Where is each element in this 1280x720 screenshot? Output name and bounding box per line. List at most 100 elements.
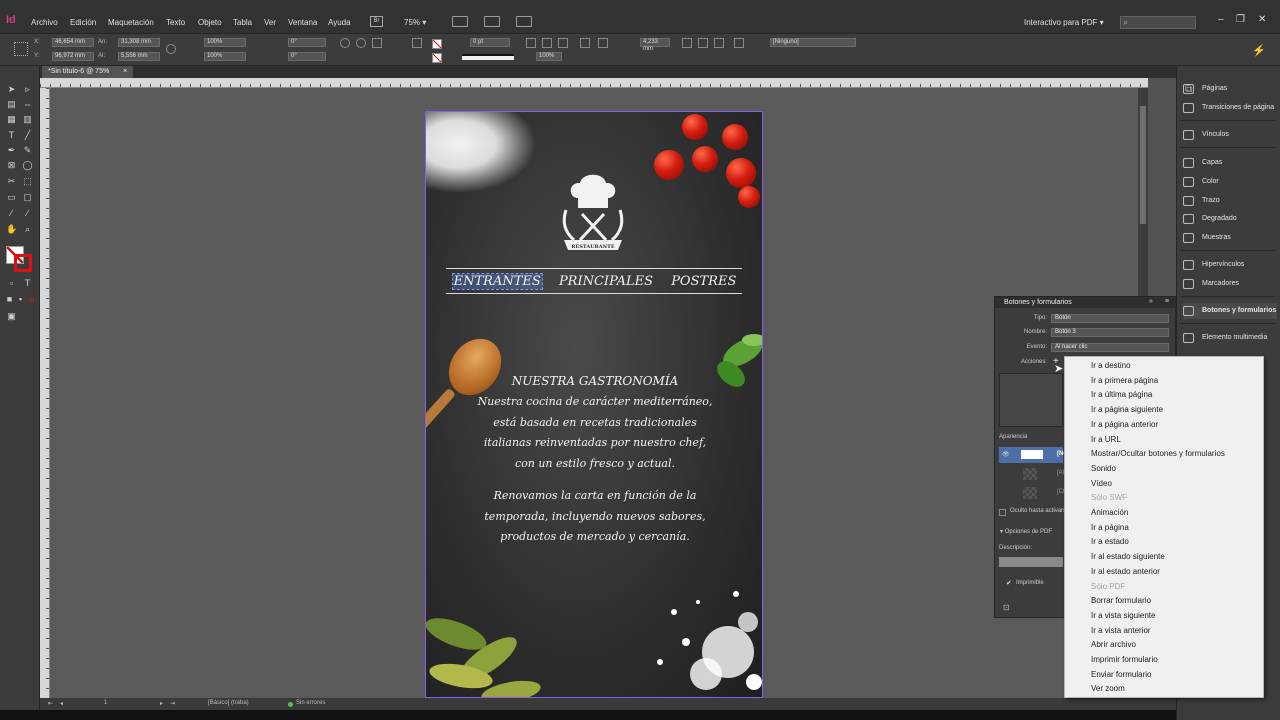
descripcion-input[interactable] (999, 557, 1063, 567)
menu-maquetacion[interactable]: Maquetación (108, 18, 154, 27)
fit-proportion-icon[interactable] (598, 38, 608, 48)
dock-transiciones[interactable]: Transiciones de página (1183, 100, 1277, 116)
scale-y-field[interactable]: 100% (204, 52, 246, 61)
menu-tabla[interactable]: Tabla (233, 18, 252, 27)
note-tool-icon[interactable]: ▢ (22, 192, 33, 203)
x-field[interactable]: 46,654 mm (52, 38, 94, 47)
dock-vinculos[interactable]: Vínculos (1183, 127, 1277, 143)
last-page-icon[interactable]: ⇥ (170, 700, 175, 707)
evento-select[interactable]: Al hacer clic (1051, 343, 1169, 352)
reference-point-icon[interactable] (14, 42, 28, 56)
tipo-select[interactable]: Botón (1051, 314, 1169, 323)
menu-option-imprimir-formulario[interactable]: Imprimir formulario (1091, 653, 1158, 668)
rotation-field[interactable]: 0° (288, 38, 326, 47)
lightning-icon[interactable]: ⚡ (1252, 44, 1266, 57)
shear-field[interactable]: 0° (288, 52, 326, 61)
menu-ayuda[interactable]: Ayuda (328, 18, 351, 27)
scale-x-field[interactable]: 100% (204, 38, 246, 47)
formatting-text-icon[interactable]: T (22, 278, 33, 289)
gap-tool-icon[interactable]: ⇔ (22, 99, 33, 110)
imprimible-checkbox[interactable]: ✔ (1006, 579, 1012, 587)
menu-ventana[interactable]: Ventana (288, 18, 317, 27)
fit-frame-icon[interactable] (542, 38, 552, 48)
apply-gradient-icon[interactable]: ▪ (15, 294, 26, 305)
constrain-proportions-icon[interactable] (166, 44, 176, 54)
workspace-switcher[interactable]: Interactivo para PDF ▾ (1024, 18, 1104, 27)
page-number[interactable]: 1 (104, 700, 107, 706)
menu-option-ir-a-pagina-anterior[interactable]: Ir a página anterior (1091, 418, 1158, 433)
ellipse-tool-icon[interactable]: ◯ (22, 160, 33, 171)
pdf-options-toggle[interactable]: ▾ Opciones de PDF (1000, 528, 1052, 535)
fit-content-icon[interactable] (526, 38, 536, 48)
dock-capas[interactable]: Capas (1183, 155, 1277, 171)
panel-menu-icon[interactable]: ≡ (1165, 298, 1169, 305)
dock-trazo[interactable]: Trazo (1183, 193, 1277, 209)
scissors-tool-icon[interactable]: ✂ (6, 176, 17, 187)
rectangle-frame-tool-icon[interactable]: ⊠ (6, 160, 17, 171)
dock-botones[interactable]: Botones y formularios (1183, 303, 1277, 319)
dock-muestras[interactable]: Muestras (1183, 230, 1277, 246)
convert-to-object-icon[interactable]: ⊡ (1003, 603, 1010, 612)
offset-field[interactable]: 4,233 mm (640, 38, 670, 52)
distribute-icon[interactable] (734, 38, 744, 48)
hidden-until-checkbox[interactable] (999, 509, 1006, 516)
nav-postres-button[interactable]: POSTRES (670, 274, 737, 289)
align-bottom-icon[interactable] (714, 38, 724, 48)
object-style-select[interactable]: [Ninguno] (770, 38, 856, 47)
height-field[interactable]: 5,556 mm (118, 52, 160, 61)
align-middle-icon[interactable] (698, 38, 708, 48)
menu-objeto[interactable]: Objeto (198, 18, 222, 27)
dock-multimedia[interactable]: Elemento multimedia (1183, 330, 1277, 346)
selection-tool-icon[interactable]: ➤ (6, 84, 17, 95)
stroke-color-swatch[interactable] (14, 254, 32, 272)
menu-option-mostrar-ocultar[interactable]: Mostrar/Ocultar botones y formularios (1091, 447, 1225, 462)
nombre-input[interactable]: Botón 3 (1051, 328, 1169, 337)
menu-option-enviar-formulario[interactable]: Enviar formulario (1091, 668, 1151, 683)
fill-swatch-icon[interactable] (432, 39, 442, 49)
screen-mode-icon[interactable] (484, 16, 500, 27)
preflight-status-text[interactable]: Sin errores (296, 700, 325, 706)
close-tab-icon[interactable]: × (123, 68, 127, 75)
screen-mode-icon[interactable]: ▣ (6, 311, 17, 322)
state-row-normal[interactable]: 👁 [Normal] (999, 447, 1082, 463)
eye-icon[interactable]: 👁 (1002, 451, 1010, 458)
formatting-container-icon[interactable]: ▫ (6, 278, 17, 289)
fill-frame-icon[interactable] (580, 38, 590, 48)
menu-option-ir-a-ultima-pagina[interactable]: Ir a última página (1091, 388, 1152, 403)
actions-list[interactable] (999, 373, 1063, 427)
menu-archivo[interactable]: Archivo (31, 18, 58, 27)
gradient-tool-icon[interactable]: ▭ (6, 192, 17, 203)
document-page[interactable]: RESTAURANTE ENTRANTES PRINCIPALES POSTRE… (425, 111, 763, 698)
prev-page-icon[interactable]: ◂ (60, 700, 63, 707)
zoom-tool-icon[interactable]: ⌕ (22, 224, 33, 235)
first-page-icon[interactable]: ⇤ (48, 700, 53, 707)
direct-selection-tool-icon[interactable]: ▹ (22, 84, 33, 95)
select-container-icon[interactable] (412, 38, 422, 48)
menu-option-ir-a-estado[interactable]: Ir a estado (1091, 535, 1129, 550)
menu-edicion[interactable]: Edición (70, 18, 96, 27)
opacity-field[interactable]: 100% (536, 52, 562, 61)
state-row-click[interactable]: [Cl...] (999, 485, 1071, 501)
view-options-icon[interactable] (452, 16, 468, 27)
menu-option-ir-al-estado-siguiente[interactable]: Ir al estado siguiente (1091, 550, 1165, 565)
collapse-panel-icon[interactable]: » (1149, 298, 1153, 305)
line-tool-icon[interactable]: ╱ (22, 130, 33, 141)
width-field[interactable]: 31,308 mm (118, 38, 160, 47)
state-row-rollover[interactable]: [Al...] (999, 466, 1071, 482)
apply-none-icon[interactable]: ⧄ (26, 294, 37, 305)
type-tool-icon[interactable]: T (6, 130, 17, 141)
measure-tool-icon[interactable]: ∕ (22, 208, 33, 219)
content-collector-icon[interactable]: ▦ (6, 114, 17, 125)
arrange-documents-icon[interactable] (516, 16, 532, 27)
free-transform-tool-icon[interactable]: ⬚ (22, 176, 33, 187)
stroke-swatch-icon[interactable] (432, 53, 442, 63)
menu-option-ir-a-pagina[interactable]: Ir a página (1091, 521, 1129, 536)
menu-option-sonido[interactable]: Sonido (1091, 462, 1116, 477)
flip-horizontal-icon[interactable] (372, 38, 382, 48)
center-content-icon[interactable] (558, 38, 568, 48)
stroke-type-select[interactable] (462, 54, 514, 60)
bridge-button[interactable]: Br (370, 16, 383, 27)
menu-option-ir-a-url[interactable]: Ir a URL (1091, 433, 1121, 448)
nav-entrantes-button[interactable]: ENTRANTES (451, 273, 543, 290)
master-page-select[interactable]: [Básico] (traba) (208, 700, 249, 706)
